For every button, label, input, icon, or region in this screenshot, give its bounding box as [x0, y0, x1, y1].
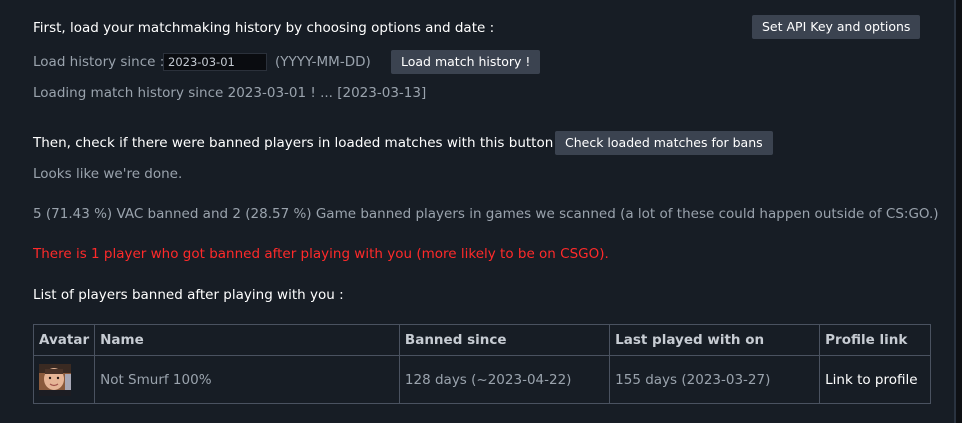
col-header-last-played: Last played with on — [609, 324, 821, 356]
avatar-cell — [32, 355, 96, 404]
profile-link[interactable]: Link to profile — [819, 355, 931, 404]
col-header-avatar: Avatar — [32, 324, 96, 356]
date-input[interactable] — [163, 53, 267, 71]
loading-status: Loading match history since 2023-03-01 !… — [33, 85, 427, 101]
date-format-hint: (YYYY-MM-DD) — [275, 54, 371, 70]
col-header-profile-link: Profile link — [819, 324, 931, 356]
step2-heading: Then, check if there were banned players… — [33, 135, 563, 151]
step1-heading: First, load your matchmaking history by … — [33, 20, 495, 36]
col-header-name: Name — [94, 324, 400, 356]
banned-list-heading: List of players banned after playing wit… — [33, 287, 344, 303]
table-row: Not Smurf 100% 128 days (~2023-04-22) 15… — [32, 355, 931, 404]
last-played: 155 days (2023-03-27) — [609, 355, 821, 404]
load-since-label: Load history since : — [33, 54, 165, 70]
ban-checker-panel: First, load your matchmaking history by … — [0, 0, 956, 423]
player-name: Not Smurf 100% — [94, 355, 400, 404]
table-header-row: Avatar Name Banned since Last played wit… — [32, 324, 931, 356]
load-match-history-button[interactable]: Load match history ! — [391, 50, 541, 74]
done-status: Looks like we're done. — [33, 166, 183, 182]
col-header-banned-since: Banned since — [398, 324, 611, 356]
set-api-key-button[interactable]: Set API Key and options — [752, 15, 921, 39]
banned-players-table: Avatar Name Banned since Last played wit… — [32, 324, 931, 404]
avatar[interactable] — [39, 363, 71, 396]
check-bans-button[interactable]: Check loaded matches for bans — [555, 131, 773, 155]
ban-summary: 5 (71.43 %) VAC banned and 2 (28.57 %) G… — [33, 206, 939, 222]
banned-since: 128 days (~2023-04-22) — [398, 355, 611, 404]
ban-alert: There is 1 player who got banned after p… — [33, 246, 609, 262]
